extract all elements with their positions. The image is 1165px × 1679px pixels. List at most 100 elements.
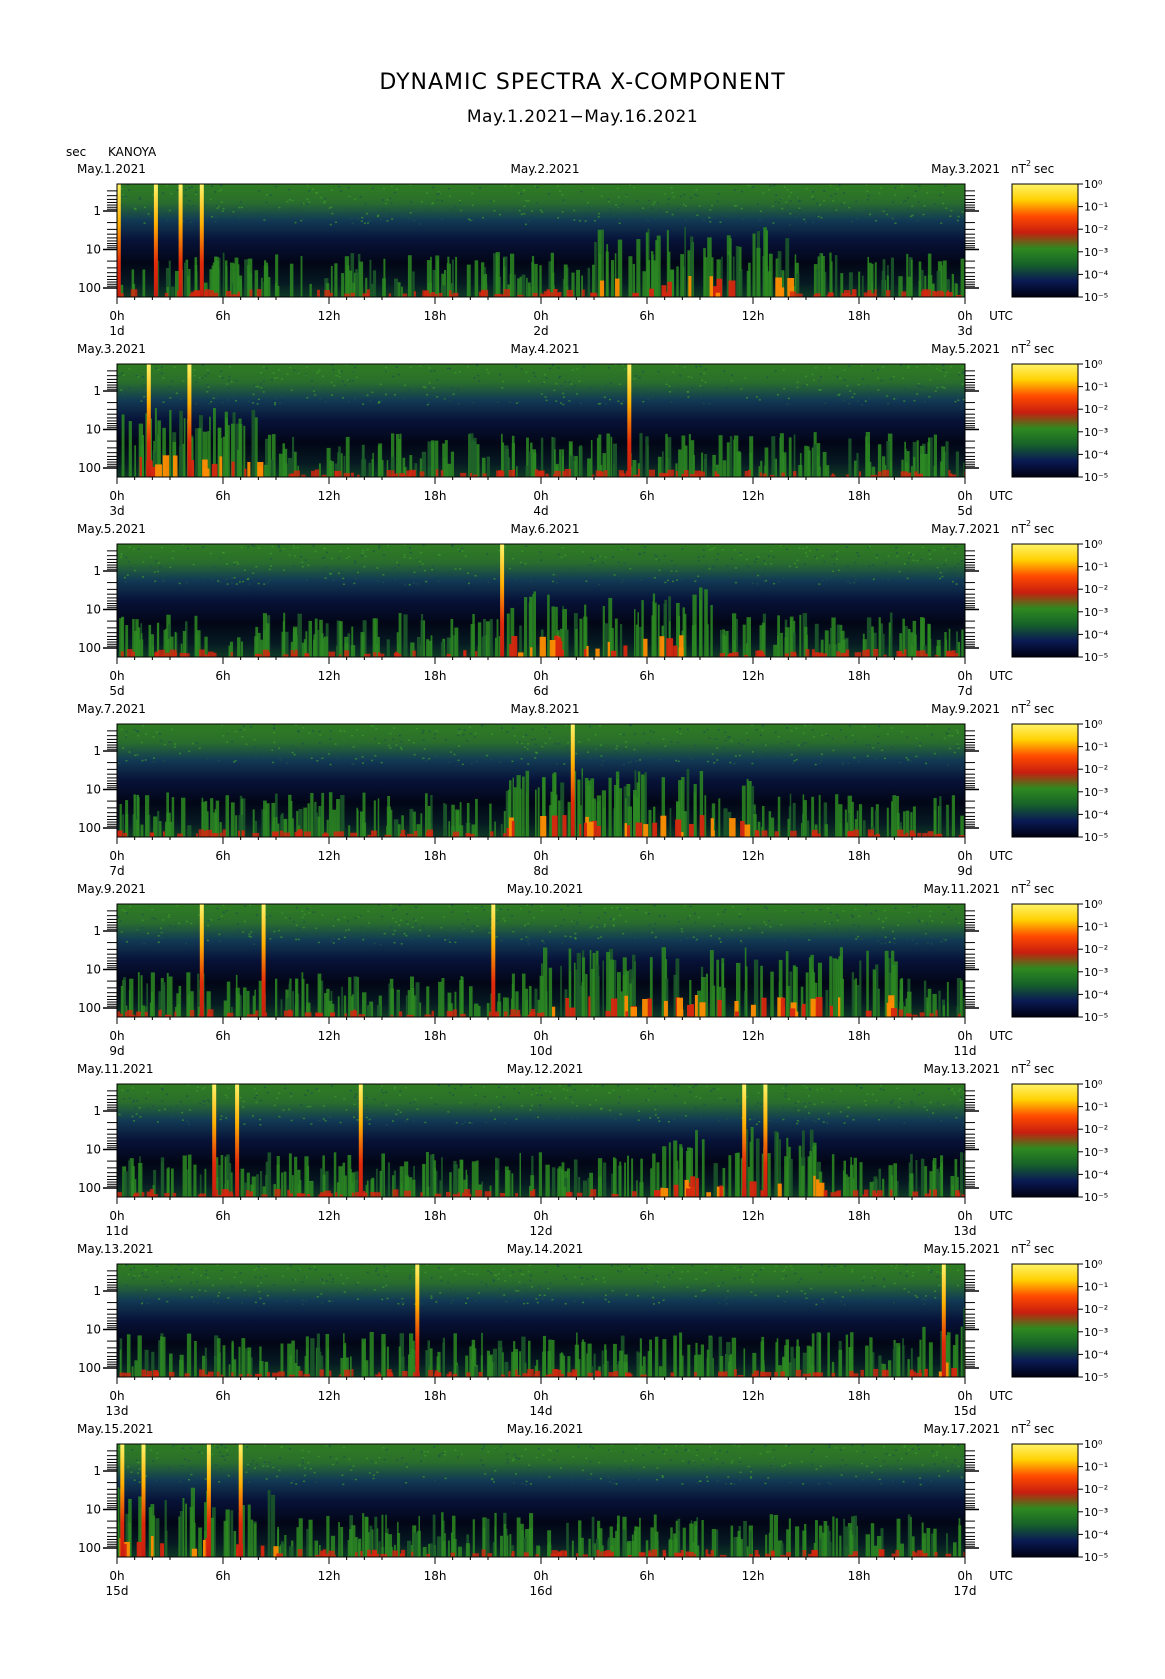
colorbar: 10⁰ 10⁻¹ 10⁻² 10⁻³ 10⁻⁴ 10⁻⁵ [1011,1438,1109,1564]
panel-mid-date: May.14.2021 [507,1242,584,1256]
day-label: 3d [957,324,972,338]
panel-left-date: May.13.2021 [77,1242,154,1256]
y-tick-label: 1 [93,1284,101,1298]
colorbar-tick-label: 10⁻³ [1084,1146,1108,1159]
x-tick-label: 6h [215,1569,230,1583]
day-label: 17d [954,1584,977,1598]
colorbar-scale [1011,543,1079,658]
day-label: 13d [106,1404,129,1418]
colorbar-tick-label: 10⁻² [1084,763,1108,776]
colorbar-tick-label: 10⁻⁵ [1084,291,1108,304]
y-tick-label: 10 [86,1503,101,1517]
colorbar-tick-label: 10⁻³ [1084,786,1108,799]
y-tick-label: 100 [78,1181,101,1195]
colorbar: 10⁰ 10⁻¹ 10⁻² 10⁻³ 10⁻⁴ 10⁻⁵ [1011,1258,1109,1384]
x-tick-label: 0h [957,1029,972,1043]
spectrogram-panel: May.7.2021 May.8.2021 May.9.2021 nT2 sec1101… [77,699,1109,878]
colorbar-tick-label: 10⁻¹ [1084,381,1108,394]
spectral-burst [261,904,266,1017]
x-tick-label: 0h [957,1389,972,1403]
spectral-burst [491,904,496,1017]
x-tick-label: 12h [318,309,341,323]
colorbar-tick-label: 10⁻¹ [1084,201,1108,214]
colorbar-tick-label: 10⁻⁵ [1084,1011,1108,1024]
colorbar-unit-label: nT2 sec [1011,1239,1054,1256]
panel-mid-date: May.12.2021 [507,1062,584,1076]
spectral-burst [742,1084,747,1197]
colorbar-tick-label: 10⁻⁴ [1084,268,1109,281]
spectrogram-plot: 1 10 100 [78,1263,979,1378]
day-label: 2d [533,324,548,338]
x-tick-label: 12h [318,1209,341,1223]
colorbar-tick-label: 10⁻⁵ [1084,471,1108,484]
colorbar-unit-label: nT2 sec [1011,879,1054,896]
x-tick-label: 0h [109,1389,124,1403]
x-tick-label: 6h [639,1389,654,1403]
colorbar-tick-label: 10⁻⁴ [1084,988,1109,1001]
x-tick-label: 18h [424,309,447,323]
colorbar-scale [1011,363,1079,478]
x-tick-label: 12h [318,489,341,503]
utc-label: UTC [989,309,1013,323]
utc-label: UTC [989,1209,1013,1223]
colorbar-tick-label: 10⁻⁵ [1084,1191,1108,1204]
colorbar-tick-label: 10⁻² [1084,1123,1108,1136]
x-tick-label: 0h [957,309,972,323]
utc-label: UTC [989,669,1013,683]
x-tick-label: 0h [109,669,124,683]
day-label: 15d [106,1584,129,1598]
y-tick-label: 10 [86,423,101,437]
x-tick-label: 0h [533,849,548,863]
spectral-burst [235,1084,240,1197]
x-tick-label: 18h [848,669,871,683]
y-tick-label: 100 [78,281,101,295]
panel-right-date: May.5.2021 [931,342,1000,356]
x-tick-label: 6h [215,849,230,863]
panel-left-date: May.9.2021 [77,882,146,896]
spectrogram-plot: 1 10 100 [78,363,979,478]
x-tick-label: 12h [742,309,765,323]
y-tick-label: 10 [86,963,101,977]
spectral-burst [187,364,192,477]
colorbar: 10⁰ 10⁻¹ 10⁻² 10⁻³ 10⁻⁴ 10⁻⁵ [1011,178,1109,304]
colorbar-tick-label: 10⁻¹ [1084,921,1108,934]
x-tick-label: 0h [109,1029,124,1043]
x-tick-label: 6h [639,1029,654,1043]
colorbar-tick-label: 10⁻³ [1084,246,1108,259]
colorbar-tick-label: 10⁻⁴ [1084,448,1109,461]
colorbar-tick-label: 10⁰ [1084,358,1103,371]
x-tick-label: 0h [109,1569,124,1583]
colorbar-tick-label: 10⁻⁴ [1084,1168,1109,1181]
colorbar-scale [1011,903,1079,1018]
x-tick-label: 0h [109,309,124,323]
x-tick-label: 12h [318,1389,341,1403]
day-label: 9d [957,864,972,878]
spectrogram-panel: May.9.2021 May.10.2021 May.11.2021 nT2 sec11… [77,879,1109,1058]
day-label: 10d [530,1044,553,1058]
x-tick-label: 0h [533,489,548,503]
utc-label: UTC [989,489,1013,503]
spectral-burst [199,184,204,297]
y-tick-label: 1 [93,204,101,218]
x-tick-label: 12h [318,849,341,863]
x-tick-label: 0h [957,849,972,863]
panel-left-date: May.7.2021 [77,702,146,716]
spectral-burst [358,1084,363,1197]
spectrogram-panel: May.1.2021 May.2.2021 May.3.2021 nT2 sec1101… [77,159,1109,338]
x-tick-label: 0h [109,489,124,503]
x-tick-label: 18h [424,1569,447,1583]
colorbar-unit-label: nT2 sec [1011,519,1054,536]
panel-right-date: May.17.2021 [923,1422,1000,1436]
colorbar-tick-label: 10⁰ [1084,1078,1103,1091]
x-tick-label: 6h [639,1209,654,1223]
colorbar-unit-label: nT2 sec [1011,699,1054,716]
x-tick-label: 12h [742,1029,765,1043]
x-tick-label: 18h [424,1209,447,1223]
x-tick-label: 18h [848,1389,871,1403]
y-tick-label: 100 [78,1361,101,1375]
spectrogram-panel: May.13.2021 May.14.2021 May.15.2021 nT2 sec 1… [77,1239,1109,1418]
spectral-burst [500,544,505,657]
panel-right-date: May.11.2021 [923,882,1000,896]
x-tick-label: 0h [109,849,124,863]
utc-label: UTC [989,1569,1013,1583]
